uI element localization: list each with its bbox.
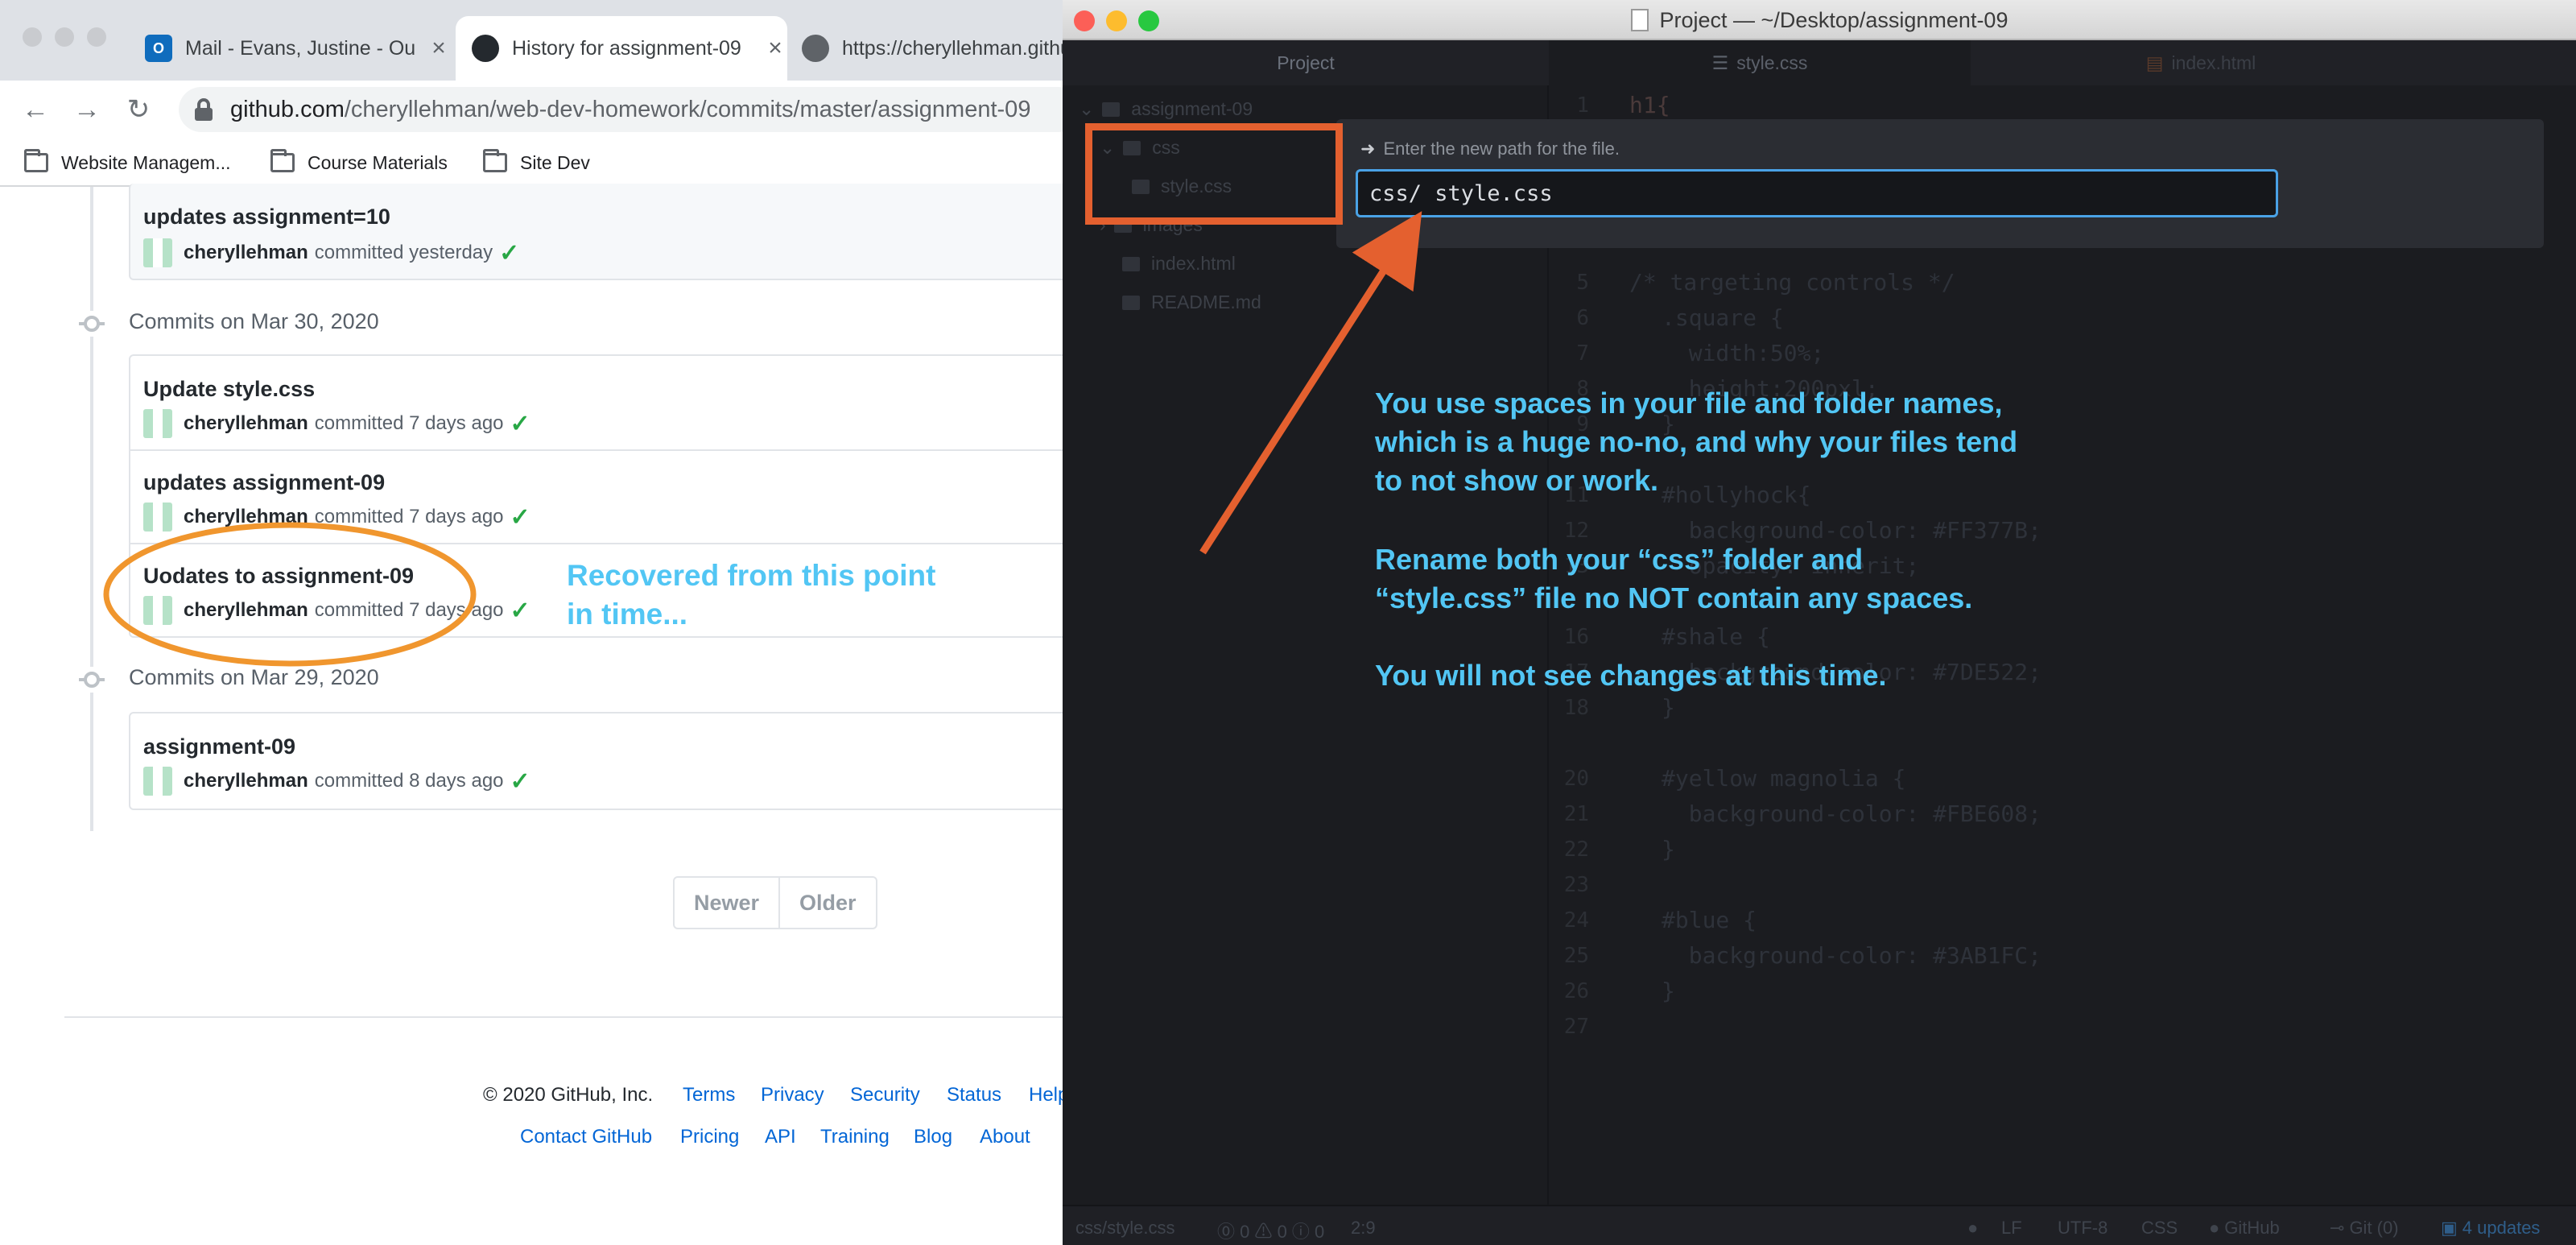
code-line: } (1662, 694, 1675, 721)
dialog-message-text: Enter the new path for the file. (1383, 139, 1620, 159)
status-git-label: Git (0) (2349, 1218, 2399, 1238)
editor-titlebar: Project — ~/Desktop/assignment-09 (1063, 0, 2576, 40)
code-editor[interactable]: 1 h1{ 5 /* targeting controls */ 6 .square … (1549, 85, 2576, 1213)
folder-icon (1102, 101, 1121, 117)
status-encoding[interactable]: UTF-8 (2058, 1218, 2107, 1239)
annotation-line: You will not see changes at this time. (1375, 659, 1887, 692)
line-number: 18 (1563, 696, 1589, 720)
tab-label: style.css (1736, 52, 1808, 73)
arrow-right-icon: ➜ (1360, 139, 1376, 159)
tab-label: index.html (2171, 52, 2256, 73)
annotation-circle (103, 522, 477, 667)
code-line: #blue { (1662, 907, 1757, 933)
code-line: } (1662, 836, 1675, 862)
code-line: width:50%; (1662, 340, 1825, 366)
status-bar: css/style.css ⓪ 0 ⚠ 0 ⓘ 0 2:9 ● LF UTF-8… (1063, 1205, 2576, 1245)
new-path-input[interactable] (1356, 169, 2278, 217)
tree-label: README.md (1151, 292, 1261, 312)
tree-view-header[interactable]: Project (1063, 40, 1549, 85)
window-title-text: Project — ~/Desktop/assignment-09 (1659, 7, 2008, 32)
html-file-icon: ▤ (2145, 52, 2164, 73)
line-number: 6 (1576, 306, 1589, 330)
line-number: 25 (1563, 944, 1589, 968)
code-line: h1{ (1629, 92, 1670, 118)
line-number: 22 (1563, 838, 1589, 862)
tab-index-html[interactable]: ▤ index.html (1975, 40, 2426, 85)
status-updates-label: 4 updates (2462, 1218, 2541, 1238)
line-number: 5 (1576, 271, 1589, 295)
line-number: 16 (1563, 625, 1589, 649)
github-icon: ● (2209, 1218, 2220, 1238)
line-number: 26 (1563, 979, 1589, 1003)
code-line: } (1662, 978, 1675, 1004)
tree-folder-assignment-09[interactable]: ⌄ assignment-09 (1079, 98, 1253, 120)
status-github[interactable]: ● GitHub (2209, 1218, 2280, 1239)
tree-view: ⌄ assignment-09 ⌄ css style.css › images in… (1063, 85, 1549, 1213)
git-icon: ⊸ (2330, 1218, 2345, 1238)
package-icon: ▣ (2441, 1218, 2458, 1238)
status-line-ending[interactable]: LF (2001, 1218, 2022, 1239)
document-icon (1630, 9, 1649, 31)
tab-style-css[interactable]: ☰ style.css (1549, 40, 1971, 85)
annotation-line: You use spaces in your file and folder n… (1375, 387, 2003, 420)
dialog-message: ➜ Enter the new path for the file. (1360, 139, 1620, 159)
css-file-icon: ☰ (1711, 52, 1729, 73)
line-number: 23 (1563, 873, 1589, 897)
rename-file-dialog: ➜ Enter the new path for the file. (1336, 119, 2544, 248)
line-number: 27 (1563, 1015, 1589, 1039)
html-file-icon (1122, 256, 1140, 271)
tree-label: assignment-09 (1131, 98, 1253, 119)
status-git[interactable]: ⊸ Git (0) (2330, 1218, 2399, 1239)
annotation-line: “style.css” file no NOT contain any spac… (1375, 581, 1973, 614)
annotation-line: Rename both your “css” folder and (1375, 543, 1864, 576)
code-line: #hollyhock{ (1662, 482, 1811, 508)
annotation-line: to not show or work. (1375, 464, 1658, 497)
code-line: /* targeting controls */ (1629, 269, 1955, 296)
line-number: 1 (1576, 93, 1589, 118)
status-cursor-position[interactable]: 2:9 (1351, 1218, 1376, 1239)
line-number: 12 (1563, 519, 1589, 543)
window-title: Project — ~/Desktop/assignment-09 (1063, 0, 2576, 40)
tree-file-readme[interactable]: README.md (1122, 292, 1261, 313)
code-line: #shale { (1662, 623, 1770, 650)
line-number: 21 (1563, 802, 1589, 826)
annotation-highlight-box (1085, 123, 1343, 225)
code-line: .square { (1662, 304, 1784, 331)
line-number: 20 (1563, 767, 1589, 791)
line-number: 24 (1563, 908, 1589, 933)
tree-file-index-html[interactable]: index.html (1122, 253, 1236, 275)
status-grammar[interactable]: CSS (2141, 1218, 2178, 1239)
status-file-path[interactable]: css/style.css (1075, 1218, 1174, 1239)
annotation-line: which is a huge no-no, and why your file… (1375, 425, 2018, 458)
markdown-file-icon (1122, 295, 1140, 310)
code-line: background-color: #FBE608; (1662, 800, 2042, 827)
status-github-label: GitHub (2224, 1218, 2280, 1238)
status-dot-icon: ● (1967, 1218, 1979, 1238)
code-line: #yellow magnolia { (1662, 765, 1906, 792)
code-line: background-color: #FF377B; (1662, 517, 2042, 544)
status-problems[interactable]: ⓪ 0 ⚠ 0 ⓘ 0 (1217, 1218, 1324, 1243)
code-line: background-color: #3AB1FC; (1662, 942, 2042, 969)
line-number: 7 (1576, 341, 1589, 366)
tree-label: index.html (1151, 253, 1236, 274)
status-updates[interactable]: ▣ 4 updates (2441, 1218, 2540, 1239)
editor-tabs: ☰ style.css ▤ index.html (1549, 40, 2576, 85)
